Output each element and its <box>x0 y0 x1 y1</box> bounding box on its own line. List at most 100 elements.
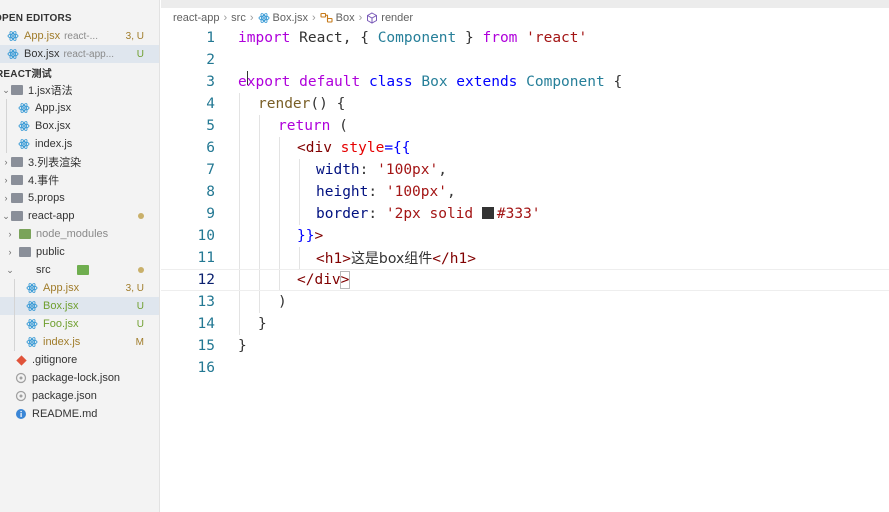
modified-dot-icon <box>138 267 144 273</box>
code-line-9: 9 border: '2px solid #333' <box>161 203 889 225</box>
token: , <box>438 162 447 178</box>
token: 这是box组件 <box>350 251 433 267</box>
tree-item-label: 5.props <box>28 192 65 204</box>
breadcrumb-item[interactable]: Box <box>336 12 355 24</box>
tree-item-label: README.md <box>32 408 98 420</box>
chevron-right-icon: › <box>223 12 228 24</box>
token: h1 <box>449 251 468 267</box>
open-editors-header[interactable]: OPEN EDITORS <box>0 9 159 27</box>
code-line-13: 13 ) <box>161 291 889 313</box>
react-file-icon <box>17 119 31 133</box>
class-symbol-icon <box>320 12 333 24</box>
token: Component <box>377 30 457 46</box>
untracked-badge: U <box>136 318 144 330</box>
token: Box <box>421 74 448 90</box>
token: ( <box>330 118 348 134</box>
line-number: 14 <box>197 316 215 332</box>
tree-file-src-index-js[interactable]: index.js M <box>0 333 159 351</box>
tree-item-label: .gitignore <box>32 354 78 366</box>
workspace-header[interactable]: REACT测试 <box>0 63 159 81</box>
chevron-right-icon: › <box>8 229 12 239</box>
token: 'react' <box>526 30 588 46</box>
code-line-10: 10 }}> <box>161 225 889 247</box>
tree-file-gitignore[interactable]: .gitignore <box>0 351 159 369</box>
token: < <box>297 140 306 156</box>
tree-file-src-app-jsx[interactable]: App.jsx 3, U <box>0 279 159 297</box>
tree-file-box-jsx[interactable]: Box.jsx <box>0 117 159 135</box>
token: > <box>339 271 351 289</box>
tree-folder-jsx[interactable]: ⌄ 1.jsx语法 <box>0 81 159 99</box>
react-file-icon <box>6 29 20 43</box>
token: '100px' <box>385 184 447 200</box>
token: { <box>604 74 623 90</box>
open-editor-box-jsx[interactable]: Box.jsx react-app... U <box>0 45 159 63</box>
tree-folder-src[interactable]: ⌄ src <box>0 261 159 279</box>
token: React, { <box>290 30 378 46</box>
line-number: 9 <box>206 206 215 222</box>
tree-folder-props[interactable]: › 5.props <box>0 189 159 207</box>
workspace-heading: REACT测试 <box>0 68 52 80</box>
token: () { <box>310 96 346 112</box>
open-editor-app-jsx[interactable]: App.jsx react-... 3, U <box>0 27 159 45</box>
tree-item-label: public <box>36 246 65 258</box>
problem-badge: 3, U <box>125 282 144 294</box>
folder-icon <box>10 191 24 205</box>
editor-tab-strip <box>161 0 889 8</box>
token: extends <box>456 74 518 90</box>
tree-file-src-foo-jsx[interactable]: Foo.jsx U <box>0 315 159 333</box>
token: border <box>316 206 369 222</box>
git-icon <box>14 353 28 367</box>
token: : <box>359 162 378 178</box>
open-editor-label: App.jsx <box>24 30 61 42</box>
token: div <box>314 272 341 288</box>
breadcrumb-item[interactable]: src <box>231 12 246 24</box>
tree-file-package-lock[interactable]: package-lock.json <box>0 369 159 387</box>
code-editor[interactable]: react-app › src › Box.jsx › Box › render… <box>161 0 889 512</box>
react-file-icon <box>6 47 20 61</box>
token: ={{ <box>384 140 411 156</box>
folder-icon <box>10 155 24 169</box>
react-file-icon <box>25 335 39 349</box>
folder-icon <box>10 209 24 223</box>
line-number: 1 <box>206 30 215 46</box>
token: } <box>238 338 247 354</box>
line-number: 3 <box>206 74 215 90</box>
color-swatch-icon[interactable] <box>481 207 494 219</box>
line-number: 5 <box>206 118 215 134</box>
token: '2px solid <box>385 206 482 222</box>
tree-item-label: node_modules <box>36 228 109 240</box>
tree-folder-list-render[interactable]: › 3.列表渲染 <box>0 153 159 171</box>
code-line-11: 11 <h1>这是box组件</h1> <box>161 247 889 269</box>
breadcrumb-item[interactable]: render <box>381 12 413 24</box>
token: import <box>238 30 291 46</box>
tree-file-index-js[interactable]: index.js <box>0 135 159 153</box>
tree-file-src-box-jsx[interactable]: Box.jsx U <box>0 297 159 315</box>
breadcrumb-item[interactable]: Box.jsx <box>273 12 308 24</box>
tree-file-app-jsx[interactable]: App.jsx <box>0 99 159 117</box>
tree-folder-public[interactable]: › public <box>0 243 159 261</box>
tree-folder-node-modules[interactable]: › node_modules <box>0 225 159 243</box>
code-line-15: 15 } <box>161 335 889 357</box>
open-editor-label: Box.jsx <box>24 48 60 60</box>
tree-file-readme[interactable]: README.md <box>0 405 159 423</box>
token: return <box>278 118 331 134</box>
line-number: 2 <box>206 52 215 68</box>
chevron-down-icon: ⌄ <box>2 84 10 95</box>
breadcrumb-item[interactable]: react-app <box>173 12 219 24</box>
tree-folder-react-app[interactable]: ⌄ react-app <box>0 207 159 225</box>
token: > <box>314 228 324 244</box>
token: h1 <box>324 251 343 267</box>
tree-folder-events[interactable]: › 4.事件 <box>0 171 159 189</box>
json-file-icon <box>14 389 28 403</box>
info-icon <box>14 407 28 421</box>
line-number: 16 <box>197 360 215 376</box>
node-folder-icon <box>18 227 32 241</box>
tree-file-package-json[interactable]: package.json <box>0 387 159 405</box>
tree-item-label: 1.jsx语法 <box>28 85 73 97</box>
code-line-6: 6 <div style={{ <box>161 137 889 159</box>
tree-item-label: Box.jsx <box>35 120 71 132</box>
code-line-4: 4 render() { <box>161 93 889 115</box>
